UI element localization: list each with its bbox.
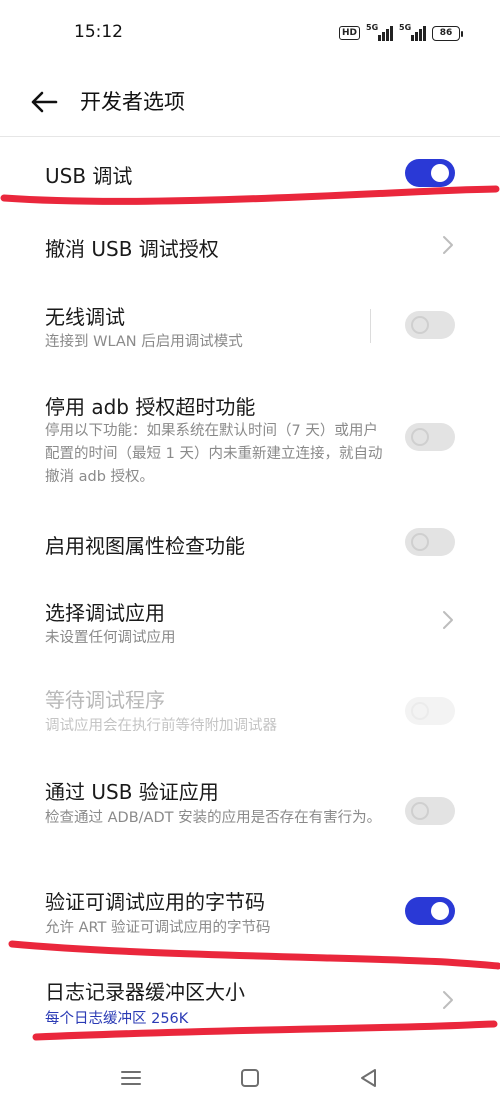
setting-wait-for-debugger: 等待调试程序 调试应用会在执行前等待附加调试器 [0, 668, 500, 748]
setting-subtitle: 允许 ART 验证可调试应用的字节码 [45, 920, 271, 936]
home-square-icon[interactable] [238, 1067, 262, 1089]
header-divider [0, 136, 500, 137]
status-icons: HD 5G 5G 86 [338, 23, 463, 42]
setting-usb-debugging[interactable]: USB 调试 [0, 140, 500, 210]
setting-title: 选择调试应用 [45, 601, 165, 625]
setting-subtitle: 每个日志缓冲区 256K [45, 1011, 189, 1027]
disable-adb-timeout-toggle[interactable] [405, 423, 455, 451]
setting-verify-bytecode[interactable]: 验证可调试应用的字节码 允许 ART 验证可调试应用的字节码 [0, 872, 500, 952]
signal-sim1-icon: 5G [366, 23, 393, 41]
setting-select-debug-app[interactable]: 选择调试应用 未设置任何调试应用 [0, 580, 500, 660]
wait-for-debugger-toggle [405, 697, 455, 725]
setting-subtitle: 未设置任何调试应用 [45, 630, 176, 646]
chevron-right-icon [440, 609, 456, 631]
hd-icon: HD [338, 26, 360, 40]
page-title: 开发者选项 [80, 90, 185, 114]
chevron-right-icon [440, 989, 456, 1011]
setting-title: 撤消 USB 调试授权 [45, 237, 219, 261]
view-attribute-toggle[interactable] [405, 528, 455, 556]
arrow-left-icon[interactable] [26, 84, 62, 120]
wireless-debugging-toggle[interactable] [405, 311, 455, 339]
verify-bytecode-toggle[interactable] [405, 897, 455, 925]
setting-subtitle: 检查通过 ADB/ADT 安装的应用是否存在有害行为。 [45, 810, 382, 826]
app-bar: 开发者选项 [0, 66, 500, 136]
verify-apps-usb-toggle[interactable] [405, 797, 455, 825]
battery-icon: 86 [432, 25, 463, 41]
menu-icon[interactable] [119, 1067, 143, 1089]
setting-title: 等待调试程序 [45, 688, 165, 712]
status-bar: 15:12 HD 5G 5G 86 [0, 0, 500, 66]
setting-subtitle: 连接到 WLAN 后启用调试模式 [45, 334, 243, 350]
setting-title: 停用 adb 授权超时功能 [45, 395, 256, 419]
setting-wireless-debugging[interactable]: 无线调试 连接到 WLAN 后启用调试模式 [0, 285, 500, 365]
setting-subtitle: 调试应用会在执行前等待附加调试器 [45, 718, 277, 734]
setting-subtitle: 停用以下功能：如果系统在默认时间（7 天）或用户配置的时间（最短 1 天）内未重… [45, 423, 383, 485]
chevron-right-icon [440, 234, 456, 256]
setting-title: 通过 USB 验证应用 [45, 780, 219, 804]
setting-title: 验证可调试应用的字节码 [45, 890, 265, 914]
signal-sim2-icon: 5G [399, 23, 426, 41]
back-triangle-icon[interactable] [357, 1067, 381, 1089]
setting-view-attribute-inspection[interactable]: 启用视图属性检查功能 [0, 508, 500, 578]
usb-debugging-toggle[interactable] [405, 159, 455, 187]
setting-title: 日志记录器缓冲区大小 [45, 980, 245, 1004]
status-time: 15:12 [74, 22, 123, 42]
setting-title: USB 调试 [45, 164, 133, 188]
setting-logger-buffer-size[interactable]: 日志记录器缓冲区大小 每个日志缓冲区 256K [0, 962, 500, 1042]
setting-disable-adb-timeout[interactable]: 停用 adb 授权超时功能 停用以下功能：如果系统在默认时间（7 天）或用户配置… [0, 375, 500, 505]
setting-title: 启用视图属性检查功能 [45, 534, 245, 558]
row-separator [370, 309, 371, 343]
setting-title: 无线调试 [45, 305, 125, 329]
setting-verify-apps-usb[interactable]: 通过 USB 验证应用 检查通过 ADB/ADT 安装的应用是否存在有害行为。 [0, 760, 500, 870]
system-nav-bar [0, 1055, 500, 1097]
setting-revoke-usb-auth[interactable]: 撤消 USB 调试授权 [0, 210, 500, 280]
